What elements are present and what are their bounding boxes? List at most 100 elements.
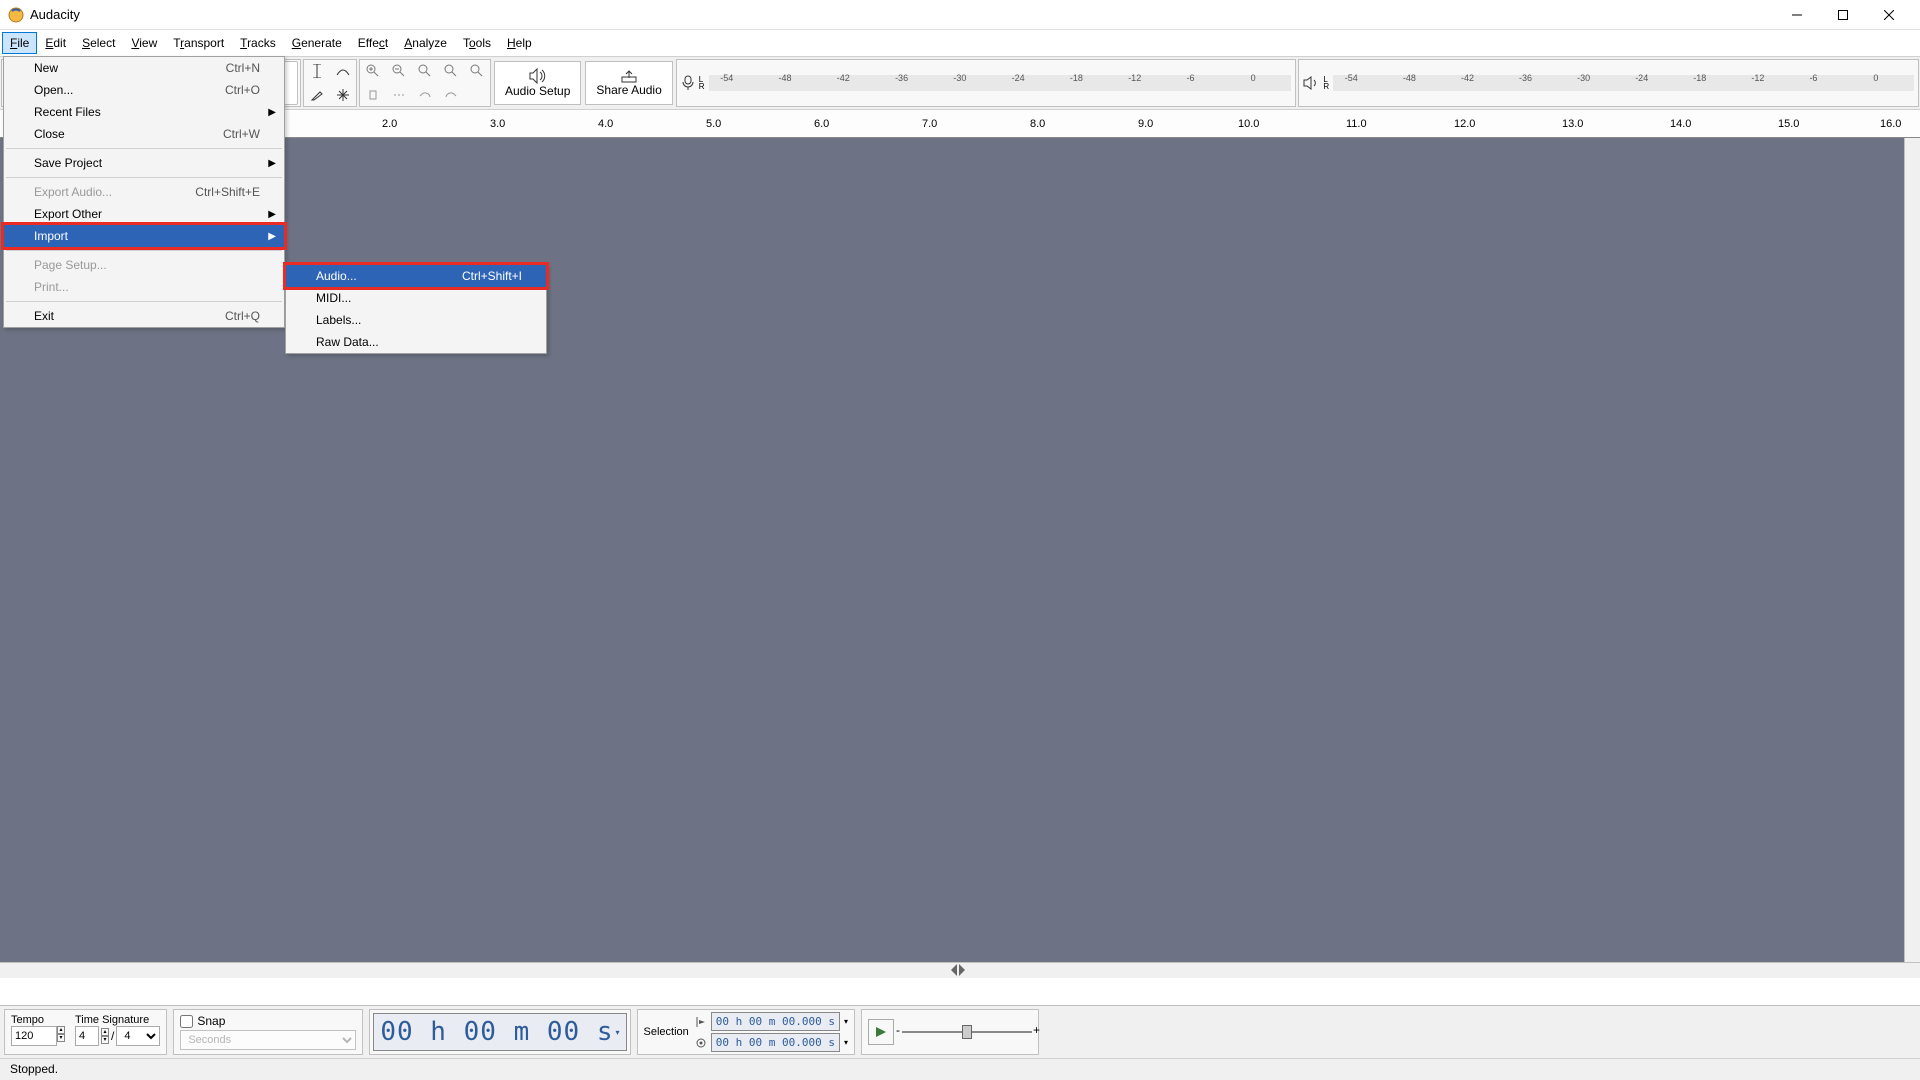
snap-unit-select[interactable]: Seconds: [180, 1030, 356, 1050]
menu-item-recent-files[interactable]: Recent Files▶: [4, 101, 284, 123]
trim-button[interactable]: [361, 84, 385, 106]
status-bar: Stopped.: [0, 1058, 1920, 1080]
menu-item-export-audio[interactable]: Export Audio...Ctrl+Shift+E: [4, 181, 284, 203]
silence-button[interactable]: [387, 84, 411, 106]
selection-start-display[interactable]: 00 h 00 m 00.000 s: [711, 1012, 840, 1031]
ruler-tick: 14.0: [1670, 118, 1691, 130]
undo-button[interactable]: [413, 84, 437, 106]
ruler-tick: 15.0: [1778, 118, 1799, 130]
tools-toolbar: [303, 59, 357, 107]
gear-icon[interactable]: [695, 1037, 707, 1049]
ruler-tick: 2.0: [382, 118, 397, 130]
redo-button[interactable]: [439, 84, 463, 106]
ruler-tick: 10.0: [1238, 118, 1259, 130]
horizontal-scrollbar[interactable]: [0, 962, 1920, 978]
ruler-tick: 13.0: [1562, 118, 1583, 130]
ruler-tick: 3.0: [490, 118, 505, 130]
menu-view[interactable]: View: [123, 32, 165, 54]
time-dropdown-icon[interactable]: ▾: [616, 1028, 620, 1037]
tempo-input[interactable]: [11, 1026, 57, 1046]
share-icon: [620, 69, 638, 83]
time-display[interactable]: 00 h 00 m 00 s ▾: [373, 1013, 626, 1051]
maximize-button[interactable]: [1820, 0, 1866, 30]
menu-item-close[interactable]: CloseCtrl+W: [4, 123, 284, 145]
vertical-scrollbar[interactable]: [1904, 138, 1920, 962]
selection-tool[interactable]: [305, 60, 329, 82]
menu-edit[interactable]: Edit: [37, 32, 74, 54]
menubar: File Edit Select View Transport Tracks G…: [0, 30, 1920, 56]
zoom-in-button[interactable]: [361, 60, 385, 82]
timesig-numerator-input[interactable]: [75, 1026, 99, 1046]
speaker-icon: [1303, 76, 1319, 90]
ruler-tick: 12.0: [1454, 118, 1475, 130]
menu-item-exit[interactable]: ExitCtrl+Q: [4, 305, 284, 327]
menu-select[interactable]: Select: [74, 32, 123, 54]
menu-tracks[interactable]: Tracks: [232, 32, 284, 54]
menu-analyze[interactable]: Analyze: [396, 32, 455, 54]
ruler-tick: 6.0: [814, 118, 829, 130]
speaker-icon: [528, 68, 548, 84]
menu-item-import-raw[interactable]: Raw Data...: [286, 331, 546, 353]
ruler-tick: 5.0: [706, 118, 721, 130]
fit-selection-button[interactable]: [413, 60, 437, 82]
recording-meter[interactable]: LR -54-48-42-36-30-24-18-12-60: [676, 59, 1297, 107]
microphone-icon: [681, 75, 695, 91]
selection-start-icon: [695, 1016, 707, 1028]
envelope-tool[interactable]: [331, 60, 355, 82]
menu-separator: [6, 177, 282, 178]
close-button[interactable]: [1866, 0, 1912, 30]
menu-item-new[interactable]: NewCtrl+N: [4, 57, 284, 79]
snap-checkbox-label[interactable]: Snap: [180, 1014, 356, 1028]
menu-tools[interactable]: Tools: [455, 32, 499, 54]
snap-checkbox[interactable]: [180, 1015, 193, 1028]
playback-meter[interactable]: LR -54-48-42-36-30-24-18-12-60: [1298, 59, 1919, 107]
tempo-spinner[interactable]: ▴▾: [57, 1026, 65, 1046]
menu-generate[interactable]: Generate: [284, 32, 350, 54]
audio-setup-button[interactable]: Audio Setup: [494, 61, 581, 105]
ruler-tick: 16.0: [1880, 118, 1901, 130]
menu-item-import-audio[interactable]: Audio...Ctrl+Shift+I: [286, 265, 546, 287]
timesig-label: Time Signature: [75, 1014, 160, 1026]
menu-item-import-labels[interactable]: Labels...: [286, 309, 546, 331]
menu-item-import-midi[interactable]: MIDI...: [286, 287, 546, 309]
menu-item-page-setup[interactable]: Page Setup...: [4, 254, 284, 276]
menu-help[interactable]: Help: [499, 32, 540, 54]
menu-transport[interactable]: Transport: [165, 32, 232, 54]
menu-item-import[interactable]: Import▶: [4, 225, 284, 247]
menu-effect[interactable]: Effect: [350, 32, 396, 54]
tempo-timesig-group: Tempo ▴▾ Time Signature ▴▾ / 4: [4, 1009, 167, 1055]
multi-tool[interactable]: [331, 84, 355, 106]
meter-lr-label: LR: [1323, 76, 1329, 90]
timeline-ruler[interactable]: 2.0 3.0 4.0 5.0 6.0 7.0 8.0 9.0 10.0 11.…: [0, 110, 1920, 138]
menu-item-save-project[interactable]: Save Project▶: [4, 152, 284, 174]
minimize-button[interactable]: [1774, 0, 1820, 30]
import-submenu: Audio...Ctrl+Shift+I MIDI... Labels... R…: [285, 264, 547, 354]
meter-lr-label: LR: [699, 76, 705, 90]
timesig-denominator-select[interactable]: 4: [116, 1026, 160, 1046]
share-audio-button[interactable]: Share Audio: [585, 61, 672, 105]
ruler-tick: 11.0: [1346, 118, 1367, 130]
ruler-tick: 7.0: [922, 118, 937, 130]
time-display-group: 00 h 00 m 00 s ▾: [369, 1009, 630, 1055]
fit-project-button[interactable]: [439, 60, 463, 82]
dropdown-icon[interactable]: ▾: [844, 1017, 848, 1026]
zoom-out-button[interactable]: [387, 60, 411, 82]
menu-item-open[interactable]: Open...Ctrl+O: [4, 79, 284, 101]
zoom-toggle-button[interactable]: [465, 60, 489, 82]
selection-end-display[interactable]: 00 h 00 m 00.000 s: [711, 1033, 840, 1052]
menu-separator: [6, 301, 282, 302]
titlebar: Audacity: [0, 0, 1920, 30]
menu-item-print[interactable]: Print...: [4, 276, 284, 298]
edit-toolbar: [359, 59, 491, 107]
play-at-speed-button[interactable]: [868, 1019, 894, 1045]
submenu-arrow-icon: ▶: [268, 209, 276, 220]
playback-speed-slider[interactable]: - +: [902, 1025, 1032, 1039]
ruler-tick: 4.0: [598, 118, 613, 130]
draw-tool[interactable]: [305, 84, 329, 106]
menu-file[interactable]: File: [2, 32, 37, 54]
selection-group: Selection 00 h 00 m 00.000 s▾ 00 h 00 m …: [637, 1009, 856, 1055]
menu-item-export-other[interactable]: Export Other▶: [4, 203, 284, 225]
timesig-num-spinner[interactable]: ▴▾: [101, 1028, 109, 1044]
submenu-arrow-icon: ▶: [268, 231, 276, 242]
dropdown-icon[interactable]: ▾: [844, 1038, 848, 1047]
